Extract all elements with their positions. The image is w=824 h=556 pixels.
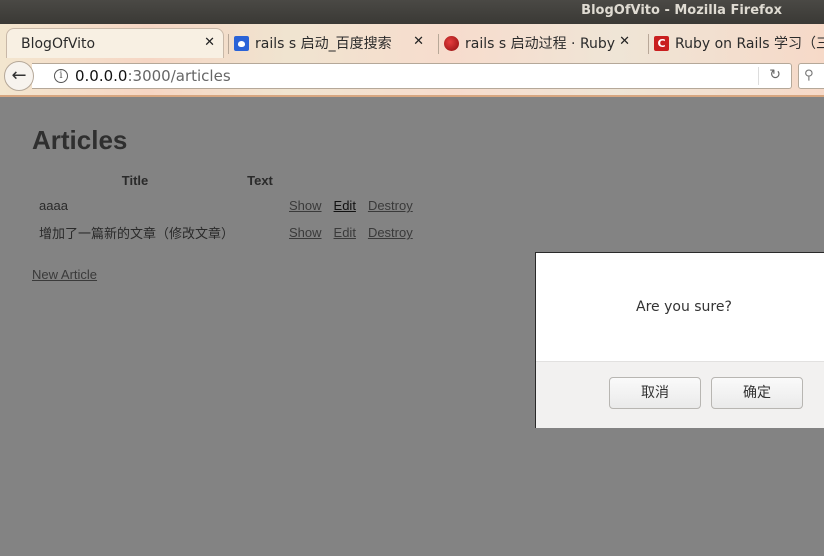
window-titlebar: BlogOfVito - Mozilla Firefox (0, 0, 824, 24)
reload-icon[interactable]: ↻ (769, 67, 781, 83)
nav-toolbar: i 0.0.0.0:3000/articles ↻ ← ⚲ (0, 58, 824, 94)
table-row: 增加了一篇新的文章（修改文章） Show Edit Destroy (34, 220, 418, 245)
tab-label: Ruby on Rails 学习（三 (675, 36, 824, 52)
back-arrow-icon: ← (11, 65, 27, 86)
tab-rails-startup[interactable]: rails s 启动过程 · Ruby ✕ (438, 28, 638, 58)
cancel-button[interactable]: 取消 (609, 377, 701, 409)
page-title: Articles (32, 125, 128, 155)
address-bar[interactable]: i 0.0.0.0:3000/articles ↻ (32, 63, 792, 89)
window-title: BlogOfVito - Mozilla Firefox (581, 3, 782, 18)
tab-rails-study[interactable]: C Ruby on Rails 学习（三 (648, 28, 824, 58)
close-icon[interactable]: ✕ (413, 34, 424, 49)
tab-blogofvito[interactable]: BlogOfVito ✕ (6, 28, 224, 58)
csdn-icon: C (654, 35, 669, 51)
show-link[interactable]: Show (289, 198, 322, 213)
back-button[interactable]: ← (4, 61, 34, 91)
tab-label: rails s 启动过程 · Ruby (465, 36, 616, 52)
baidu-icon (234, 35, 249, 51)
table-row: aaaa Show Edit Destroy (34, 193, 418, 218)
close-icon[interactable]: ✕ (619, 34, 630, 49)
article-text (238, 220, 282, 245)
close-icon[interactable]: ✕ (204, 35, 215, 50)
articles-table: Title Text aaaa Show Edit Destroy 增加了一篇新… (32, 167, 420, 247)
new-article-link[interactable]: New Article (32, 267, 97, 282)
ruby-icon (444, 35, 459, 51)
tab-label: rails s 启动_百度搜索 (255, 36, 392, 52)
url-path: :3000/articles (127, 67, 231, 85)
info-icon[interactable]: i (54, 69, 68, 83)
column-header-text: Text (247, 172, 273, 188)
tab-baidu-search[interactable]: rails s 启动_百度搜索 ✕ (228, 28, 432, 58)
confirm-button[interactable]: 确定 (711, 377, 803, 409)
article-title: aaaa (39, 198, 68, 213)
table-header-row: Title Text (34, 169, 418, 191)
dialog-message: Are you sure? (636, 299, 732, 315)
tab-label: BlogOfVito (21, 35, 96, 52)
destroy-link[interactable]: Destroy (368, 198, 413, 213)
article-title: 增加了一篇新的文章（修改文章） (39, 226, 235, 241)
search-icon: ⚲ (804, 68, 814, 83)
url-host: 0.0.0.0 (75, 67, 128, 85)
dialog-footer: 取消 确定 (536, 361, 824, 428)
browser-chrome: BlogOfVito ✕ rails s 启动_百度搜索 ✕ rails s 启… (0, 24, 824, 96)
column-header-title: Title (121, 172, 149, 188)
show-link[interactable]: Show (289, 225, 322, 240)
edit-link[interactable]: Edit (334, 198, 356, 213)
edit-link[interactable]: Edit (334, 225, 356, 240)
destroy-link[interactable]: Destroy (368, 225, 413, 240)
article-text (238, 193, 282, 218)
search-box[interactable]: ⚲ (798, 63, 824, 89)
confirm-dialog: Are you sure? 取消 确定 (535, 252, 824, 428)
